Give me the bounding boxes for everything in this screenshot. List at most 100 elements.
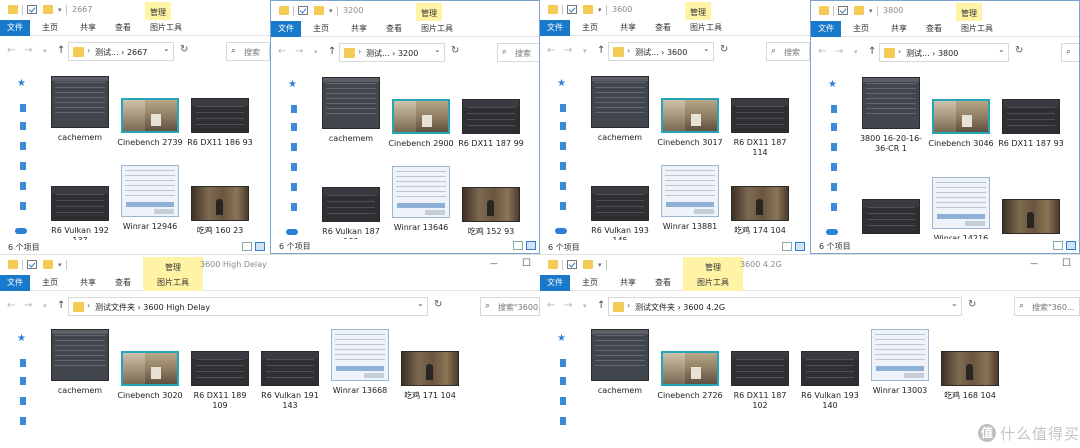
file-item[interactable]: Cinebench 2900 [386, 99, 456, 149]
details-view-icon[interactable] [782, 242, 792, 251]
pinned-folder-icon[interactable] [831, 105, 837, 113]
file-item[interactable]: Cinebench 2726 [655, 351, 725, 401]
file-tab[interactable]: 文件 [540, 275, 570, 291]
up-arrow-icon[interactable]: ↑ [328, 46, 336, 57]
search-box[interactable]: ⌕ 搜索 [497, 43, 539, 62]
view-tab[interactable]: 查看 [386, 21, 402, 37]
pinned-folder-icon[interactable] [291, 143, 297, 151]
manage-tab[interactable]: 管理 [145, 2, 171, 20]
onedrive-icon[interactable] [286, 229, 298, 235]
maximize-button[interactable]: ☐ [522, 258, 531, 269]
minimize-button[interactable]: — [490, 259, 498, 268]
forward-arrow-icon[interactable]: → [24, 45, 32, 56]
pinned-folder-icon[interactable] [20, 142, 26, 150]
pinned-folder-icon[interactable] [560, 202, 566, 210]
recent-dropdown-icon[interactable]: ▾ [854, 48, 858, 56]
back-arrow-icon[interactable]: ← [818, 46, 826, 57]
quick-access-dropdown-icon[interactable]: ▾ [58, 6, 62, 14]
manage-tab[interactable]: 管理 [685, 2, 711, 20]
large-icons-view-icon[interactable] [795, 242, 805, 251]
onedrive-icon[interactable] [555, 228, 567, 234]
file-tab[interactable]: 文件 [811, 21, 841, 37]
address-dropdown-icon[interactable]: ⌄ [703, 44, 710, 53]
address-bar[interactable]: › 测试... › 3800 ⌄ [879, 43, 1009, 62]
file-item[interactable]: Cinebench 2739 [115, 98, 185, 148]
new-folder-icon[interactable] [314, 6, 324, 15]
pinned-folder-icon[interactable] [831, 183, 837, 191]
pinned-folder-icon[interactable] [560, 162, 566, 170]
file-item[interactable]: 吃鸡 171 104 [395, 351, 465, 401]
breadcrumb-item[interactable]: 测试... [95, 48, 119, 57]
breadcrumb-item[interactable]: 测试文件夹 [635, 303, 675, 312]
maximize-button[interactable]: ☐ [1062, 258, 1071, 269]
pinned-folder-icon[interactable] [831, 203, 837, 211]
file-item[interactable]: Cinebench 3020 [115, 351, 185, 401]
file-item[interactable]: R6 DX11 186 93 [185, 98, 255, 148]
pinned-folder-icon[interactable] [20, 104, 26, 112]
up-arrow-icon[interactable]: ↑ [57, 45, 65, 56]
pinned-folder-icon[interactable] [20, 397, 26, 405]
file-tab[interactable]: 文件 [0, 275, 30, 291]
details-view-icon[interactable] [1053, 241, 1063, 250]
refresh-icon[interactable]: ↻ [1015, 45, 1023, 56]
forward-arrow-icon[interactable]: → [295, 46, 303, 57]
recent-dropdown-icon[interactable]: ▾ [43, 302, 47, 310]
quick-access-dropdown-icon[interactable]: ▾ [598, 261, 602, 269]
file-item[interactable]: R6 Vulkan 192 137 [45, 186, 115, 246]
file-tab[interactable]: 文件 [540, 20, 570, 36]
manage-tab[interactable]: 管理 [143, 257, 203, 275]
address-dropdown-icon[interactable]: ⌄ [951, 299, 958, 308]
file-item[interactable]: cachemem [45, 76, 115, 143]
refresh-icon[interactable]: ↻ [720, 44, 728, 55]
view-tab[interactable]: 查看 [655, 275, 671, 291]
pinned-folder-icon[interactable] [20, 377, 26, 385]
forward-arrow-icon[interactable]: → [564, 300, 572, 311]
details-view-icon[interactable] [513, 241, 523, 250]
search-box[interactable]: ⌕ 搜索 [226, 42, 270, 61]
address-bar[interactable]: › 测试... › 2667 ⌄ [68, 42, 174, 61]
file-tab[interactable]: 文件 [0, 20, 30, 36]
address-bar[interactable]: › 测试... › 3600 ⌄ [608, 42, 714, 61]
pinned-folder-icon[interactable] [831, 163, 837, 171]
search-box[interactable]: ⌕搜 [1061, 43, 1079, 62]
pinned-folder-icon[interactable] [20, 202, 26, 210]
pinned-folder-icon[interactable] [291, 163, 297, 171]
picture-tools-tab[interactable]: 图片工具 [690, 20, 722, 36]
pinned-folder-icon[interactable] [831, 123, 837, 131]
share-tab[interactable]: 共享 [620, 275, 636, 291]
properties-icon[interactable] [567, 260, 577, 269]
up-arrow-icon[interactable]: ↑ [597, 45, 605, 56]
pinned-folder-icon[interactable] [831, 143, 837, 151]
refresh-icon[interactable]: ↻ [451, 45, 459, 56]
recent-dropdown-icon[interactable]: ▾ [43, 47, 47, 55]
file-item[interactable]: Cinebench 3017 [655, 98, 725, 148]
view-tab[interactable]: 查看 [655, 20, 671, 36]
breadcrumb-item[interactable]: 3800 [938, 49, 958, 58]
view-tab[interactable]: 查看 [926, 21, 942, 37]
breadcrumb-item[interactable]: 测试... [366, 49, 390, 58]
file-item[interactable]: R6 Vulkan 187 139 [316, 187, 386, 247]
address-dropdown-icon[interactable]: ⌄ [434, 45, 441, 54]
new-folder-icon[interactable] [43, 260, 53, 269]
file-item[interactable]: Cinebench 3046 [926, 99, 996, 149]
pinned-folder-icon[interactable] [291, 183, 297, 191]
quick-access-dropdown-icon[interactable]: ▾ [58, 261, 62, 269]
breadcrumb-item[interactable]: 测试文件夹 [95, 303, 135, 312]
new-folder-icon[interactable] [583, 5, 593, 14]
quick-access-star-icon[interactable]: ★ [288, 79, 297, 90]
manage-tab[interactable]: 管理 [683, 257, 743, 275]
file-item[interactable]: 吃鸡 168 104 [935, 351, 1005, 401]
file-item[interactable]: cachemem [585, 76, 655, 143]
home-tab[interactable]: 主页 [42, 20, 58, 36]
forward-arrow-icon[interactable]: → [835, 46, 843, 57]
address-bar[interactable]: › 测试... › 3200 ⌄ [339, 43, 445, 62]
home-tab[interactable]: 主页 [582, 275, 598, 291]
breadcrumb-item[interactable]: 3600 4.2G [683, 303, 725, 312]
pinned-folder-icon[interactable] [20, 122, 26, 130]
pinned-folder-icon[interactable] [291, 105, 297, 113]
properties-icon[interactable] [27, 5, 37, 14]
onedrive-icon[interactable] [826, 229, 838, 235]
up-arrow-icon[interactable]: ↑ [868, 46, 876, 57]
address-bar[interactable]: › 测试文件夹 › 3600 High Delay ⌄ [68, 297, 428, 316]
properties-icon[interactable] [838, 6, 848, 15]
